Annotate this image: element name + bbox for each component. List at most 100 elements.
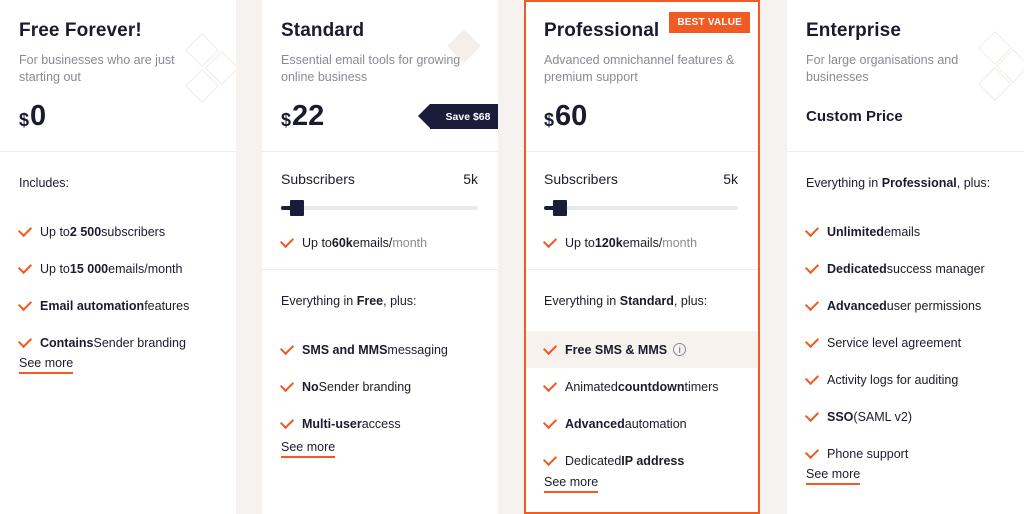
feature-text-suffix: features [144,298,190,313]
feature-list: Unlimited emails Dedicated success manage… [804,213,1012,472]
email-limit-text: Up to [565,236,595,250]
check-icon [542,233,558,249]
slider-handle[interactable] [553,200,567,216]
check-icon [542,340,558,355]
feature-text: Phone support [827,446,909,461]
subscribers-value: 5k [463,171,478,187]
includes-suffix: , plus: [383,294,417,308]
feature-item: Service level agreement [804,324,1012,361]
feature-highlight: Advanced [565,416,625,431]
plan-card-professional: BEST VALUE Professional Advanced omnicha… [524,0,760,514]
feature-text-suffix: Sender branding [318,379,412,394]
plan-subtitle: Essential email tools for growing online… [281,53,461,84]
feature-highlight: Unlimited [827,224,884,239]
feature-item: SMS and MMS messaging [279,331,486,368]
plan-price: $ 0 [19,100,46,132]
feature-item: SSO (SAML v2) [804,398,1012,435]
feature-highlight: IP address [621,453,685,468]
check-icon [279,233,295,249]
subscribers-slider[interactable] [544,200,738,216]
feature-text: Up to [40,261,70,276]
feature-highlight: Contains [40,335,94,350]
includes-suffix: , plus: [673,294,708,308]
feature-text-suffix: success manager [886,261,985,276]
see-more-link[interactable]: See more [544,475,599,493]
feature-highlight: Multi-user [302,416,362,431]
includes-plan: Standard [619,294,674,308]
feature-item: Up to 15 000 emails/month [17,250,224,287]
feature-text-suffix: (SAML v2) [853,409,912,424]
email-limit-unit: emails/ [352,236,393,250]
subscribers-slider[interactable] [281,200,478,216]
feature-text-suffix: access [361,416,401,431]
check-icon [542,451,558,466]
plan-card-standard: Standard Essential email tools for growi… [262,0,498,514]
feature-item: Dedicated IP address [526,442,758,479]
feature-text-suffix: messaging [387,342,448,357]
check-icon [542,377,558,392]
subscriber-selector: Subscribers 5k Up to 60k emails/ month [262,152,498,270]
feature-highlight: countdown [617,379,685,394]
see-more-link[interactable]: See more [19,356,74,374]
feature-text-suffix: subscribers [101,224,166,239]
feature-text: Up to [40,224,70,239]
plan-title: Enterprise [806,20,901,41]
check-icon [17,259,33,274]
check-icon [17,333,33,348]
feature-text-suffix: emails [883,224,921,239]
feature-highlight: SMS and MMS [302,342,388,357]
subscribers-label: Subscribers [544,171,618,187]
price-amount: 60 [555,100,588,132]
subscriber-row: Subscribers 5k [281,171,478,187]
feature-list: SMS and MMS messaging No Sender branding M… [279,331,486,442]
email-limit: Up to 120k emails/ month [542,233,698,250]
feature-text: Dedicated [565,453,622,468]
includes-suffix: , plus: [956,176,991,190]
subscribers-value: 5k [723,171,738,187]
slider-handle[interactable] [290,200,304,216]
feature-item: Dedicated success manager [804,250,1012,287]
email-limit-unit: emails/ [622,236,663,250]
feature-highlight: Dedicated [827,261,887,276]
feature-text-suffix: user permissions [886,298,982,313]
includes-label: Everything in Standard, plus: [544,294,707,308]
info-icon[interactable]: i [673,343,687,356]
feature-highlight: SSO [827,409,854,424]
feature-item: Advanced automation [526,405,758,442]
feature-text-suffix: automation [624,416,687,431]
plan-header: Enterprise For large organisations and b… [787,0,1024,152]
check-icon [17,222,33,237]
feature-highlight: Email automation [40,298,145,313]
email-limit-text: Up to [302,236,332,250]
check-icon [804,259,820,274]
feature-item: Free SMS & MMS i [526,331,758,368]
check-icon [804,296,820,311]
includes-label: Everything in Free, plus: [281,294,417,308]
feature-text-suffix: Sender branding [93,335,186,350]
currency-symbol: $ [544,110,555,130]
feature-text: Service level agreement [827,335,962,350]
feature-item: Email automation features [17,287,224,324]
feature-highlight: 2 500 [69,224,102,239]
plan-price: $ 22 [281,100,324,132]
email-limit-period: month [662,236,698,250]
check-icon [804,222,820,237]
plan-header: Free Forever! For businesses who are jus… [0,0,236,152]
subscriber-selector: Subscribers 5k Up to 120k emails/ month [526,152,758,270]
includes-prefix: Everything in [544,294,620,308]
feature-text-suffix: emails/month [108,261,183,276]
includes-plan: Professional [881,176,957,190]
plan-header: BEST VALUE Professional Advanced omnicha… [526,2,758,152]
feature-item: Multi-user access [279,405,486,442]
check-icon [17,296,33,311]
check-icon [542,414,558,429]
feature-highlight: Free SMS & MMS [565,342,668,357]
feature-highlight: No [302,379,319,394]
currency-symbol: $ [281,110,292,130]
plan-subtitle: Advanced omnichannel features & premium … [544,53,735,84]
feature-text: Animated [565,379,618,394]
see-more-link[interactable]: See more [281,440,336,458]
see-more-link[interactable]: See more [806,467,861,485]
check-icon [279,377,295,392]
includes-prefix: Everything in [281,294,357,308]
